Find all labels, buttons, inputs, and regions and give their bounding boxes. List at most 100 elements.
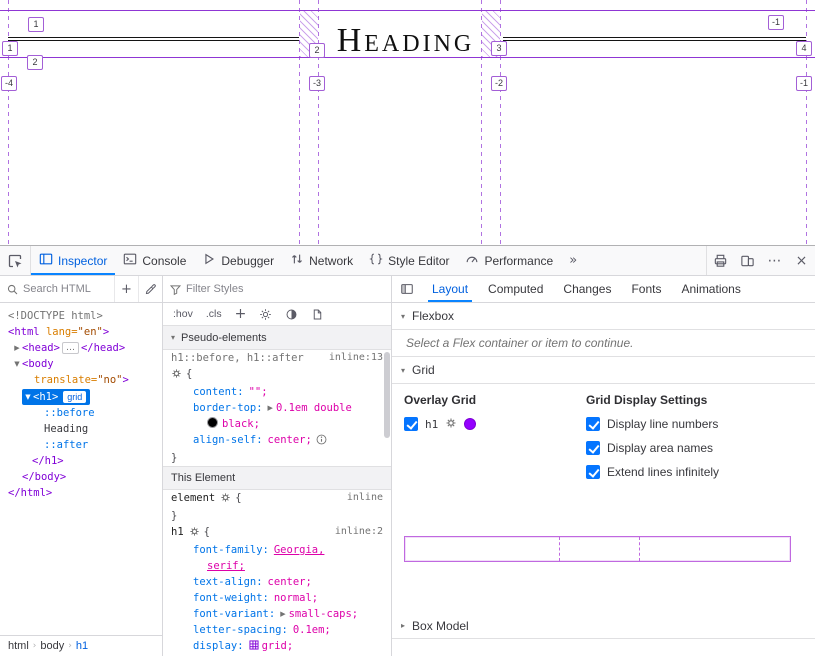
css-declaration[interactable]: font-family:Georgia,	[163, 542, 391, 558]
tab-console[interactable]: Console	[115, 246, 194, 275]
grid-outline-preview[interactable]	[404, 536, 791, 562]
css-declaration-continued: serif;	[163, 558, 391, 574]
toolbox-menu-icon[interactable]: ⋯	[761, 246, 788, 275]
grid-settings-gear-icon[interactable]	[445, 417, 457, 432]
setting-extend-lines: Extend lines infinitely	[586, 465, 719, 479]
tab-network[interactable]: Network	[282, 246, 361, 275]
checkbox-extend-lines[interactable]	[586, 465, 600, 479]
tab-inspector[interactable]: Inspector	[31, 246, 115, 275]
layout-filler	[392, 639, 815, 656]
breadcrumb-body[interactable]: body	[40, 640, 64, 652]
rule-selector-line: inline:13 h1::before, h1::after	[163, 350, 391, 366]
class-panel-toggle[interactable]: .cls	[206, 308, 222, 320]
rule-source-link[interactable]: inline:13	[329, 350, 383, 366]
body-node[interactable]: ▼<body	[0, 356, 162, 372]
add-rule-button[interactable]: +	[235, 306, 247, 322]
light-scheme-icon[interactable]	[259, 308, 272, 321]
print-simulation-icon[interactable]	[311, 308, 324, 321]
selector-highlighter-icon[interactable]	[171, 368, 182, 384]
tab-computed[interactable]: Computed	[478, 276, 553, 302]
h1-node-selected[interactable]: ▼<h1>grid	[0, 388, 162, 405]
head-node[interactable]: ▶<head>…</head>	[0, 340, 162, 356]
tab-animations[interactable]: Animations	[671, 276, 750, 302]
devtools-toolbar: Inspector Console Debugger Network Style…	[0, 246, 815, 276]
breadcrumb-h1[interactable]: h1	[76, 640, 88, 652]
checkbox-area-names[interactable]	[586, 441, 600, 455]
h1-text-node[interactable]: Heading	[0, 421, 162, 437]
h1-after-node[interactable]: ::after	[0, 437, 162, 453]
h1-before-node[interactable]: ::before	[0, 405, 162, 421]
tab-fonts[interactable]: Fonts	[621, 276, 671, 302]
grid-color-swatch[interactable]	[464, 418, 476, 430]
twisty-open-icon[interactable]: ▼	[23, 389, 33, 405]
checkbox-line-numbers[interactable]	[586, 417, 600, 431]
close-devtools-icon[interactable]: ×	[788, 246, 815, 275]
rules-scrollbar[interactable]	[384, 352, 390, 438]
css-declaration[interactable]: border-top:▶0.1em double	[163, 400, 391, 416]
pseudo-class-panel-toggle[interactable]: :hov	[173, 308, 193, 320]
tab-performance[interactable]: Performance	[457, 246, 561, 275]
body-close-node[interactable]: </body>	[0, 469, 162, 485]
more-tabs-button[interactable]: »	[561, 246, 585, 275]
grid-line-number-badge: 4	[796, 41, 812, 56]
css-declaration[interactable]: display:grid;	[163, 638, 391, 655]
markup-search-bar: +	[0, 276, 162, 303]
print-icon[interactable]	[707, 246, 734, 275]
breadcrumb-html[interactable]: html	[8, 640, 29, 652]
braces-icon	[369, 252, 383, 269]
css-declaration[interactable]: content:"";	[163, 384, 391, 400]
tab-changes[interactable]: Changes	[553, 276, 621, 302]
rule-selector[interactable]: element	[171, 492, 215, 504]
twisty-collapsed-icon[interactable]: ▶	[12, 340, 22, 356]
page-heading: Heading	[299, 22, 512, 60]
section-flexbox[interactable]: ▾Flexbox	[392, 303, 815, 330]
tab-layout[interactable]: Layout	[422, 276, 478, 302]
rule-source-link[interactable]: inline	[347, 490, 383, 506]
css-declaration[interactable]: letter-spacing:0.1em;	[163, 622, 391, 638]
inactive-property-info-icon[interactable]	[316, 434, 327, 450]
collapsed-content-badge[interactable]: …	[62, 342, 79, 354]
grid-badge[interactable]: grid	[63, 391, 86, 403]
body-attribute[interactable]: translate="no">	[0, 372, 162, 388]
markup-panel: + <!DOCTYPE html> <html lang="en"> ▶<hea…	[0, 276, 163, 656]
pick-element-button[interactable]	[0, 246, 31, 275]
grid-highlighter-toggle-icon[interactable]	[249, 639, 259, 655]
h1-close-node[interactable]: </h1>	[0, 453, 162, 469]
search-html-input[interactable]	[23, 283, 114, 295]
section-grid[interactable]: ▾Grid	[392, 357, 815, 384]
doctype-node[interactable]: <!DOCTYPE html>	[0, 308, 162, 324]
html-close-node[interactable]: </html>	[0, 485, 162, 501]
rule-source-link[interactable]: inline:2	[335, 524, 383, 540]
add-node-button[interactable]: +	[114, 276, 138, 302]
css-declaration[interactable]: text-align:center;	[163, 574, 391, 590]
css-declaration[interactable]: font-variant:▶small-caps;	[163, 606, 391, 622]
tab-style-editor[interactable]: Style Editor	[361, 246, 457, 275]
sidebar-toggle-icon[interactable]	[392, 282, 422, 296]
css-declaration[interactable]: font-weight:normal;	[163, 590, 391, 606]
section-box-model[interactable]: ▸Box Model	[392, 612, 815, 639]
rule-selector[interactable]: h1	[171, 526, 184, 538]
selector-highlighter-icon[interactable]	[220, 492, 231, 508]
expand-value-icon[interactable]: ▶	[268, 404, 273, 412]
color-swatch-black[interactable]	[207, 417, 218, 428]
eyedropper-icon[interactable]	[138, 276, 162, 302]
html-node[interactable]: <html lang="en">	[0, 324, 162, 340]
section-pseudo-elements[interactable]: ▾Pseudo-elements	[163, 326, 391, 350]
filter-styles-input[interactable]	[186, 283, 391, 295]
twisty-open-icon[interactable]: ▼	[12, 356, 22, 372]
tab-debugger[interactable]: Debugger	[194, 246, 282, 275]
rule-selector[interactable]: h1::before, h1::after	[171, 352, 304, 364]
rules-list: ▾Pseudo-elements inline:13 h1::before, h1…	[163, 326, 391, 656]
css-declaration-continued: black;	[163, 416, 391, 432]
rule-selector-line: inlineelement{	[163, 490, 391, 508]
rule-close-line: }	[163, 450, 391, 466]
expand-value-icon[interactable]: ▶	[280, 610, 285, 618]
css-declaration[interactable]: align-self:center;	[163, 432, 391, 450]
responsive-design-mode-icon[interactable]	[734, 246, 761, 275]
selector-highlighter-icon[interactable]	[189, 526, 200, 542]
dark-scheme-icon[interactable]	[285, 308, 298, 321]
overlay-grid-title: Overlay Grid	[404, 393, 476, 407]
checkbox-h1-overlay[interactable]	[404, 417, 418, 431]
rule-selector-line: inline:2h1{	[163, 524, 391, 542]
toolbar-right-buttons: ⋯ ×	[706, 246, 815, 275]
